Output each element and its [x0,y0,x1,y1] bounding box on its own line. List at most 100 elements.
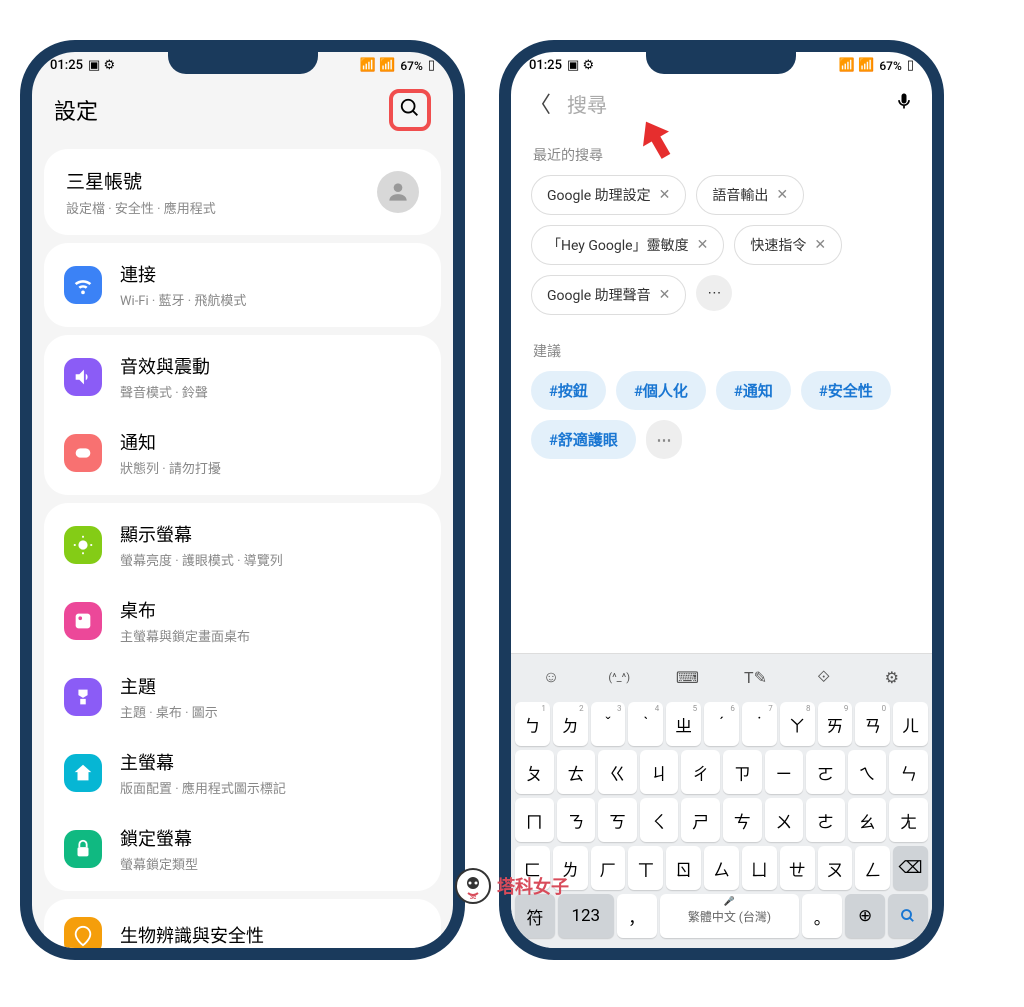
key[interactable]: ㄏ [591,846,626,890]
key[interactable]: ㄢ0 [855,702,890,746]
page-title: 設定 [54,94,98,126]
recent-searches: Google 助理設定✕ 語音輸出✕ 「Hey Google」靈敏度✕ 快速指令… [511,175,932,327]
key[interactable]: ㄕ [681,798,720,842]
key[interactable]: ㄟ [848,750,887,794]
close-icon[interactable]: ✕ [697,237,709,253]
key[interactable]: ㄓ5 [666,702,701,746]
key[interactable]: ㄉ2 [553,702,588,746]
key[interactable]: ㄞ9 [818,702,853,746]
back-button[interactable]: 〈 [529,87,551,119]
close-icon[interactable]: ✕ [814,237,826,253]
key[interactable]: ㄧ [765,750,804,794]
biometric-icon [64,917,102,955]
key[interactable]: ㄚ8 [780,702,815,746]
search-button-highlight [389,89,431,131]
phone-notch [168,52,318,74]
key[interactable]: ㄠ [848,798,887,842]
key[interactable]: ㄐ [640,750,679,794]
status-battery: 67% [879,59,901,73]
watermark: 3c 塔科女子 [455,868,569,904]
keyboard-icon[interactable]: ⌨ [667,662,707,692]
recent-chip[interactable]: 「Hey Google」靈敏度✕ [531,225,724,265]
setting-item-themes[interactable]: 主題 主題 · 桌布 · 圖示 [44,659,441,735]
status-time: 01:25 [50,58,83,73]
suggestion-chip[interactable]: #按鈕 [531,371,606,410]
suggestion-chip[interactable]: #安全性 [801,371,891,410]
expand-icon[interactable]: ⟐ [804,662,844,692]
comma-key[interactable]: ， [617,894,657,938]
recent-chip[interactable]: 語音輸出✕ [696,175,804,215]
setting-item-lockscreen[interactable]: 鎖定螢幕 螢幕鎖定類型 [44,811,441,887]
avatar[interactable] [377,171,419,213]
key[interactable]: ㄋ [557,798,596,842]
keyboard-row: ㄈㄌㄏㄒㄖㄙㄩㄝㄡㄥ ⌫ [511,844,932,892]
key[interactable]: ㄒ [628,846,663,890]
key[interactable]: ㄦ [893,702,928,746]
key[interactable]: ㄝ [780,846,815,890]
handwriting-icon[interactable]: T✎ [736,662,776,692]
account-card[interactable]: 三星帳號 設定檔 · 安全性 · 應用程式 [44,149,441,235]
setting-item-home[interactable]: 主螢幕 版面配置 · 應用程式圖示標記 [44,735,441,811]
setting-item-notifications[interactable]: 通知 狀態列 · 請勿打擾 [44,415,441,491]
key[interactable]: ㄗ [723,750,762,794]
close-icon[interactable]: ✕ [659,287,671,303]
suggestion-chip[interactable]: #個人化 [616,371,706,410]
status-signal-icons: 📶 📶 [360,58,396,73]
key[interactable]: ㄎ [598,798,637,842]
more-chip[interactable]: ⋯ [646,420,682,459]
mic-icon[interactable] [894,91,914,115]
key[interactable]: ㄍ [598,750,637,794]
key[interactable]: ㄆ [515,750,554,794]
key[interactable]: ㄘ [723,798,762,842]
close-icon[interactable]: ✕ [776,187,788,203]
key[interactable]: ㄩ [742,846,777,890]
setting-item-display[interactable]: 顯示螢幕 螢幕亮度 · 護眼模式 · 導覽列 [44,507,441,583]
recent-searches-label: 最近的搜尋 [511,131,932,175]
recent-chip[interactable]: 快速指令✕ [734,225,842,265]
watermark-logo-icon: 3c [455,868,491,904]
key[interactable]: ˇ3 [591,702,626,746]
phone-left-settings: 01:25 ▣ ⚙ 📶 📶 67% ▯ 設定 三星帳號 設定檔 · 安全性 · … [20,40,465,960]
setting-item-biometrics[interactable]: 生物辨識與安全性 [44,903,441,960]
recent-chip[interactable]: Google 助理設定✕ [531,175,686,215]
search-input[interactable]: 搜尋 [567,89,878,118]
suggestion-chip[interactable]: #舒適護眼 [531,420,636,459]
key[interactable]: ㄨ [765,798,804,842]
key[interactable]: ㄅ1 [515,702,550,746]
key[interactable]: ㄖ [666,846,701,890]
recent-chip[interactable]: Google 助理聲音✕ [531,275,686,315]
theme-icon [64,678,102,716]
key[interactable]: ˊ6 [704,702,739,746]
key[interactable]: ㄇ [515,798,554,842]
key[interactable]: ㄡ [818,846,853,890]
key[interactable]: ˋ4 [628,702,663,746]
key[interactable]: ㄣ [889,750,928,794]
globe-key[interactable]: ⊕ [845,894,885,938]
key[interactable]: ㄤ [889,798,928,842]
settings-group: 顯示螢幕 螢幕亮度 · 護眼模式 · 導覽列 桌布 主螢幕與鎖定畫面桌布 主題 … [44,503,441,891]
kaomoji-icon[interactable]: (^_^) [599,662,639,692]
status-battery: 67% [400,59,422,73]
search-key[interactable] [888,894,928,938]
setting-item-wallpaper[interactable]: 桌布 主螢幕與鎖定畫面桌布 [44,583,441,659]
suggestion-chip[interactable]: #通知 [716,371,791,410]
more-chip[interactable]: ⋯ [696,275,732,311]
phone-right-search: 01:25 ▣ ⚙ 📶 📶 67% ▯ 〈 搜尋 最近的搜尋 Google 助理… [499,40,944,960]
key[interactable]: ㄔ [681,750,720,794]
key[interactable]: ㄊ [557,750,596,794]
key[interactable]: ˙7 [742,702,777,746]
setting-item-sound[interactable]: 音效與震動 聲音模式 · 鈴聲 [44,339,441,415]
key[interactable]: ㄑ [640,798,679,842]
search-icon[interactable] [399,97,421,123]
setting-item-connections[interactable]: 連接 Wi-Fi · 藍牙 · 飛航模式 [44,247,441,323]
key[interactable]: ㄙ [704,846,739,890]
close-icon[interactable]: ✕ [659,187,671,203]
space-key[interactable]: 🎤 繁體中文 (台灣) [660,894,800,938]
key[interactable]: ㄥ [855,846,890,890]
key[interactable]: ㄜ [806,798,845,842]
gear-icon[interactable]: ⚙ [872,662,912,692]
backspace-key[interactable]: ⌫ [893,846,928,890]
emoji-icon[interactable]: ☺ [531,662,571,692]
period-key[interactable]: 。 [802,894,842,938]
key[interactable]: ㄛ [806,750,845,794]
